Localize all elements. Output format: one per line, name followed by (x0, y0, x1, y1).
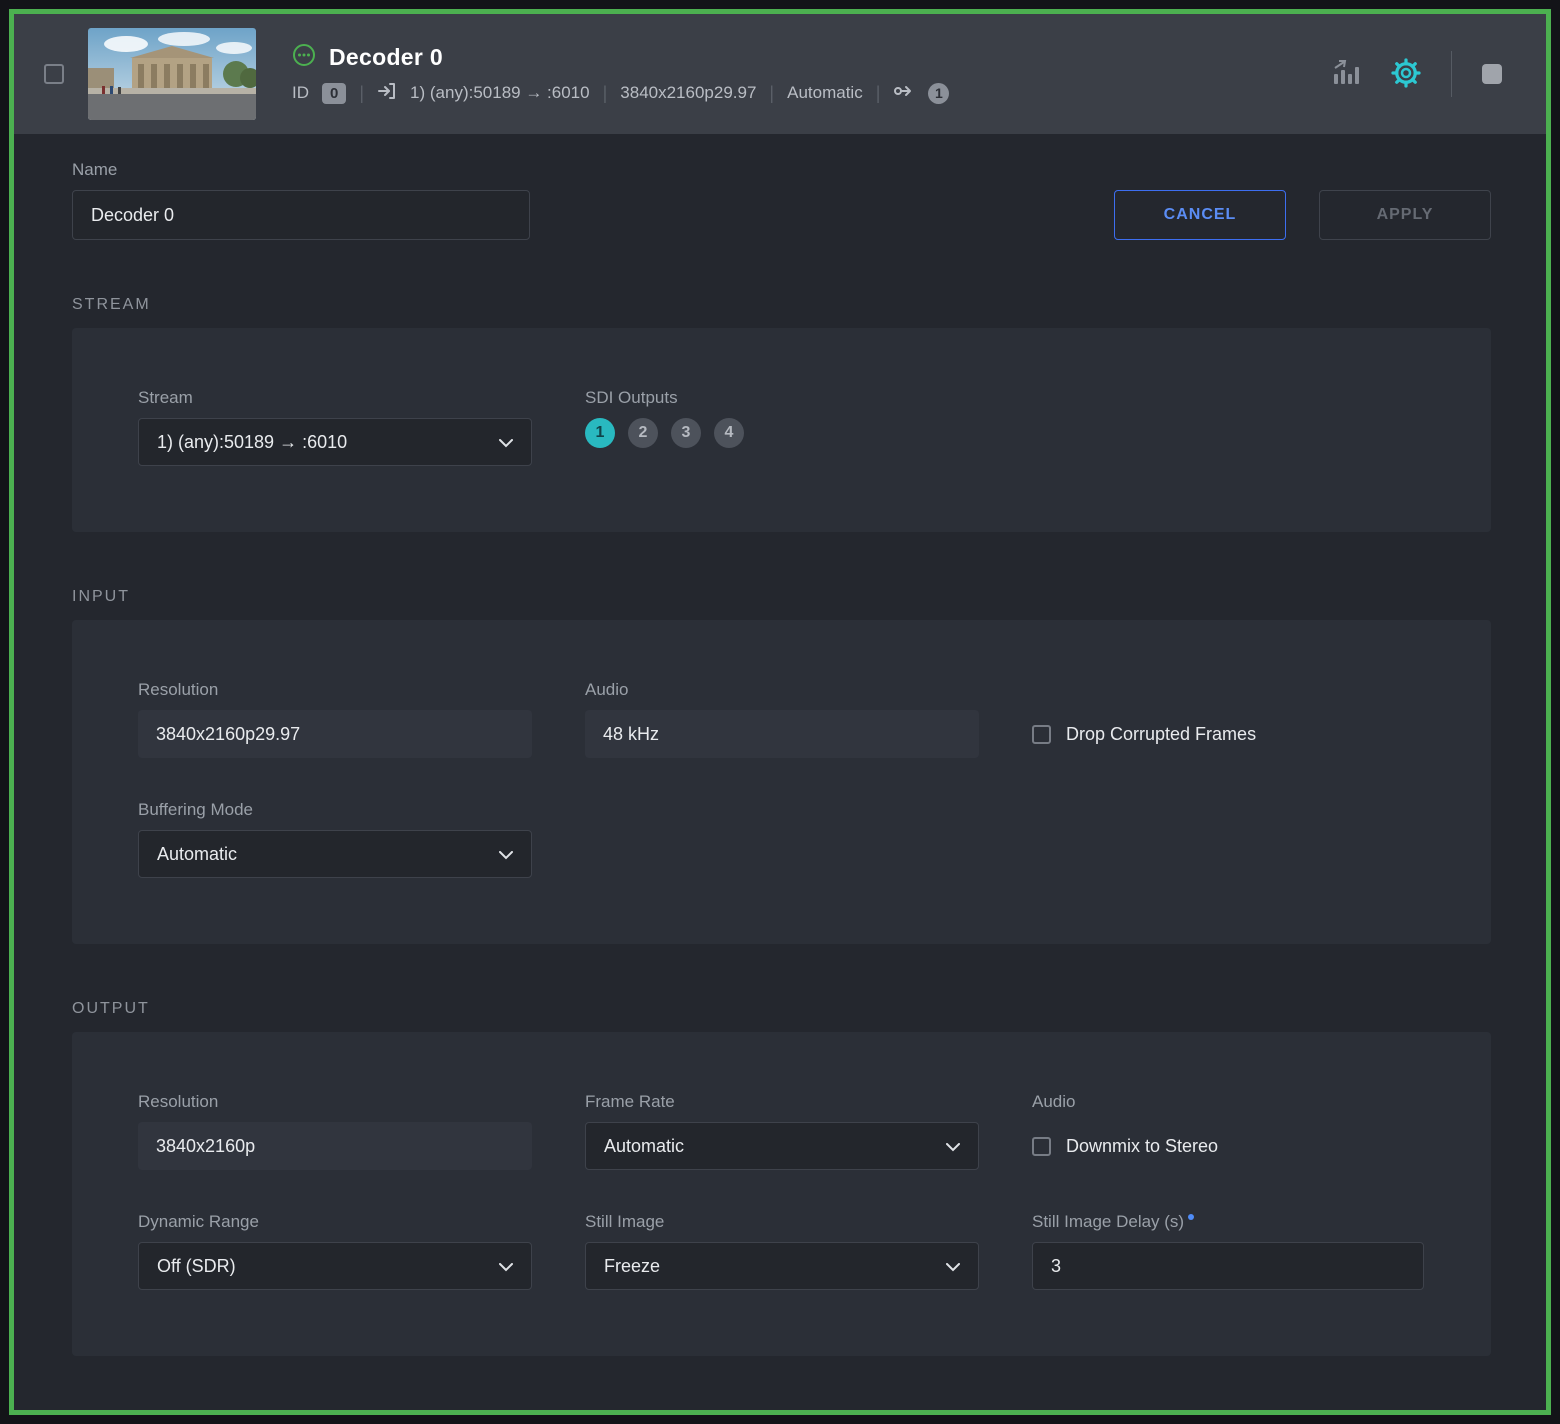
still-image-delay-group: Still Image Delay (s) (1032, 1212, 1424, 1290)
stream-select-value: 1) (any):50189 → :6010 (157, 431, 348, 452)
output-resolution-value: 3840x2160p (138, 1122, 532, 1170)
drop-corrupted-frames-label: Drop Corrupted Frames (1066, 724, 1257, 744)
output-route-icon (893, 81, 915, 106)
decoder-settings-body: Name CANCEL APPLY STREAM Stream 1) (any)… (14, 134, 1546, 1356)
page-title: Decoder 0 (329, 43, 443, 70)
still-image-delay-input[interactable] (1032, 1242, 1424, 1290)
still-image-select[interactable]: Freeze (585, 1242, 979, 1290)
chevron-down-icon (499, 1256, 513, 1277)
dynamic-range-group: Dynamic Range Off (SDR) (138, 1212, 532, 1290)
checkbox-icon (1032, 1136, 1051, 1156)
sdi-output-2[interactable]: 2 (628, 418, 658, 448)
stream-select[interactable]: 1) (any):50189 → :6010 (138, 418, 532, 466)
input-audio-value: 48 kHz (585, 710, 979, 758)
input-audio-label: Audio (585, 680, 629, 699)
name-label: Name (72, 160, 118, 179)
still-image-group: Still Image Freeze (585, 1212, 979, 1290)
gear-icon (1391, 57, 1421, 91)
output-audio-label: Audio (1032, 1092, 1076, 1111)
buffering-mode-value: Automatic (157, 843, 238, 864)
drop-corrupted-frames-checkbox[interactable]: Drop Corrupted Frames (1032, 724, 1424, 745)
sdi-output-1[interactable]: 1 (585, 418, 615, 448)
id-badge: 0 (322, 82, 347, 104)
input-panel: Resolution 3840x2160p29.97 Audio 48 kHz … (72, 620, 1491, 944)
dynamic-range-select[interactable]: Off (SDR) (138, 1242, 532, 1290)
input-section-title: INPUT (72, 588, 130, 605)
meta-separator: | (359, 82, 365, 103)
downmix-to-stereo-label: Downmix to Stereo (1066, 1135, 1219, 1156)
frame-rate-select[interactable]: Automatic (585, 1122, 979, 1170)
buffering-mode-group: Buffering Mode Automatic (138, 800, 532, 878)
buffering-info: Automatic (787, 83, 863, 102)
input-audio-group: Audio 48 kHz (585, 680, 979, 758)
chevron-down-icon (946, 1256, 960, 1277)
statistics-button[interactable] (1331, 59, 1361, 90)
sdi-outputs-group: SDI Outputs 1 2 3 4 (585, 388, 979, 448)
name-field-group: Name (72, 160, 530, 240)
meta-separator: | (875, 82, 881, 103)
settings-button[interactable] (1391, 57, 1421, 91)
still-image-value: Freeze (604, 1255, 661, 1276)
apply-button[interactable]: APPLY (1319, 190, 1491, 240)
input-resolution-label: Resolution (138, 680, 219, 699)
output-section-title: OUTPUT (72, 1000, 150, 1017)
frame-rate-group: Frame Rate Automatic (585, 1092, 979, 1170)
output-resolution-label: Resolution (138, 1092, 219, 1111)
output-panel: Resolution 3840x2160p Frame Rate Automat… (72, 1032, 1491, 1356)
stream-panel: Stream 1) (any):50189 → :6010 SDI Output… (72, 328, 1491, 532)
dynamic-range-value: Off (SDR) (157, 1255, 236, 1276)
still-image-label: Still Image (585, 1212, 665, 1231)
stream-field-group: Stream 1) (any):50189 → :6010 (138, 388, 532, 466)
modified-dot-icon (1188, 1214, 1195, 1220)
preview-thumbnail (88, 28, 256, 120)
stream-label: Stream (138, 388, 193, 407)
chevron-down-icon (499, 432, 513, 453)
select-decoder-checkbox[interactable] (44, 64, 64, 84)
cancel-button[interactable]: CANCEL (1114, 190, 1286, 240)
buffering-mode-select[interactable]: Automatic (138, 830, 532, 878)
collapse-button[interactable] (1482, 64, 1502, 84)
header-divider (1451, 51, 1452, 97)
name-input[interactable] (72, 190, 530, 240)
sdi-output-3[interactable]: 3 (671, 418, 701, 448)
chevron-down-icon (499, 844, 513, 865)
resolution-info: 3840x2160p29.97 (620, 83, 757, 102)
decoder-header: Decoder 0 ID 0 | 1) (any):50189 → :6010 (14, 14, 1546, 134)
status-icon (292, 43, 316, 72)
decoder-title-block: Decoder 0 ID 0 | 1) (any):50189 → :6010 (292, 43, 950, 106)
stream-info: 1) (any):50189 → :6010 (410, 83, 590, 102)
still-image-delay-label-text: Still Image Delay (s) (1032, 1212, 1185, 1231)
frame-rate-value: Automatic (604, 1135, 685, 1156)
frame-rate-label: Frame Rate (585, 1092, 675, 1111)
id-label: ID (292, 83, 309, 102)
meta-separator: | (769, 82, 775, 103)
drop-corrupted-group: Drop Corrupted Frames (1032, 680, 1424, 745)
input-resolution-value: 3840x2160p29.97 (138, 710, 532, 758)
input-resolution-group: Resolution 3840x2160p29.97 (138, 680, 532, 758)
square-icon (1482, 64, 1502, 84)
output-resolution-group: Resolution 3840x2160p (138, 1092, 532, 1170)
dynamic-range-label: Dynamic Range (138, 1212, 259, 1231)
chevron-down-icon (946, 1136, 960, 1157)
chart-icon (1331, 59, 1361, 90)
output-audio-group: Audio Downmix to Stereo (1032, 1092, 1424, 1170)
output-count-badge: 1 (928, 82, 950, 104)
sdi-output-4[interactable]: 4 (714, 418, 744, 448)
downmix-to-stereo-checkbox[interactable]: Downmix to Stereo (1032, 1136, 1218, 1157)
decoder-panel: Decoder 0 ID 0 | 1) (any):50189 → :6010 (9, 9, 1551, 1415)
stream-section-title: STREAM (72, 296, 151, 313)
still-image-delay-label: Still Image Delay (s) (1032, 1212, 1424, 1232)
sdi-outputs-label: SDI Outputs (585, 388, 678, 407)
checkbox-icon (1032, 725, 1051, 744)
stream-input-icon (377, 81, 397, 106)
buffering-mode-label: Buffering Mode (138, 800, 253, 819)
decoder-meta: ID 0 | 1) (any):50189 → :6010 | 3840x216… (292, 81, 950, 106)
meta-separator: | (602, 82, 608, 103)
